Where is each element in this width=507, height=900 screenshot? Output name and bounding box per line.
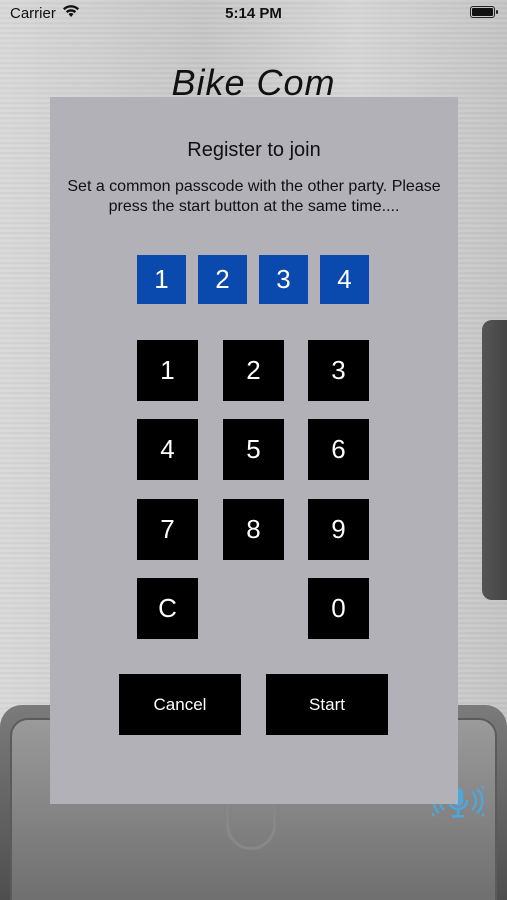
status-time: 5:14 PM — [225, 5, 282, 22]
battery-icon — [470, 6, 498, 18]
key-8[interactable]: 8 — [223, 499, 284, 560]
key-7[interactable]: 7 — [137, 499, 198, 560]
device-knob — [226, 800, 276, 850]
key-1[interactable]: 1 — [137, 340, 198, 401]
key-5[interactable]: 5 — [223, 419, 284, 480]
passcode-digit-3: 3 — [259, 255, 308, 304]
dialog-title: Register to join — [187, 139, 321, 161]
side-panel — [482, 320, 507, 600]
start-button[interactable]: Start — [266, 674, 388, 735]
key-9[interactable]: 9 — [308, 499, 369, 560]
cancel-button[interactable]: Cancel — [119, 674, 241, 735]
key-clear[interactable]: C — [137, 578, 198, 639]
key-2[interactable]: 2 — [223, 340, 284, 401]
dialog-message: Set a common passcode with the other par… — [67, 178, 441, 215]
passcode-digit-4: 4 — [320, 255, 369, 304]
passcode-digit-1: 1 — [137, 255, 186, 304]
key-0[interactable]: 0 — [308, 578, 369, 639]
status-bar: Carrier 5:14 PM — [0, 0, 507, 28]
key-3[interactable]: 3 — [308, 340, 369, 401]
register-dialog: Register to join Set a common passcode w… — [50, 97, 458, 804]
key-4[interactable]: 4 — [137, 419, 198, 480]
key-6[interactable]: 6 — [308, 419, 369, 480]
passcode-digit-2: 2 — [198, 255, 247, 304]
